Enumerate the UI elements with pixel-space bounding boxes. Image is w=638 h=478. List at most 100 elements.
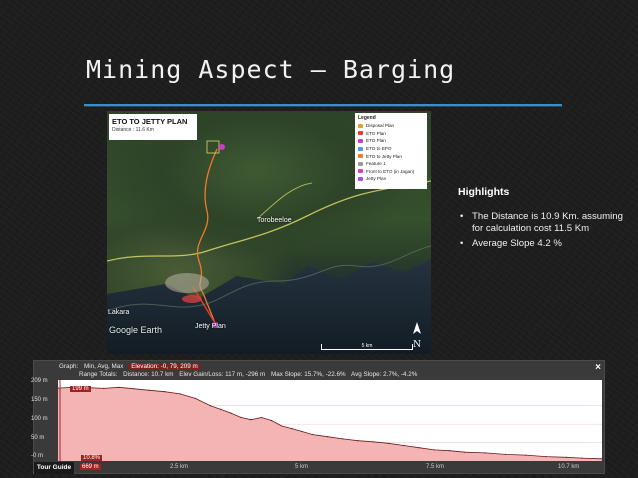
title-divider [84,104,562,107]
elevation-point [291,428,293,430]
legend-swatch-icon [358,131,363,136]
elevation-point [372,441,374,443]
slide-title: Mining Aspect – Barging [86,55,456,84]
elevation-point [270,419,273,422]
map-title: ETO TO JETTY PLAN [112,117,188,126]
legend-label: Disposal Plan [366,123,395,129]
legend-item: ETO to Jetty Plan [358,152,424,160]
legend-item: Jetty Plan [358,175,424,183]
map-scale-bar: 5 km [321,344,413,350]
elevation-point [326,436,329,438]
elevation-point [357,440,359,442]
elevation-point [230,412,232,414]
elev-gain-loss-stat: Elev Gain/Loss: 117 m, -296 m [179,371,266,378]
satellite-map[interactable]: ETO TO JETTY PLAN Distance : 11.6 Km Leg… [107,111,431,354]
y-tick-label: 150 m [31,397,48,403]
place-label-torobeloe: Torobeeloe [257,217,292,224]
elevation-point [209,405,212,407]
highlight-item: Average Slope 4.2 % [458,238,628,251]
legend-item: ETO Plan [358,130,424,138]
legend-item: Front to ETO (in Jagan) [358,168,424,176]
tour-guide-button[interactable]: Tour Guide [34,462,74,474]
legend-label: Feature 1 [366,161,386,167]
highlights-title: Highlights [458,186,510,198]
close-icon[interactable]: × [595,362,601,373]
graph-label: Graph: [59,363,79,370]
legend-swatch-icon [358,161,363,166]
y-tick-label: 50 m [31,435,45,441]
slope-marker: 10.8% [81,455,103,461]
map-legend: Legend Disposal Plan ETO Plan ETO Plan ETO … [355,113,427,189]
elevation-point [103,387,105,389]
map-subtitle: Distance : 11.6 Km [112,127,154,133]
legend-title: Legend [358,115,376,121]
elevation-point [565,456,567,458]
elevation-point [448,450,451,452]
north-label: N [413,340,421,350]
elevation-point [118,386,120,388]
elevation-point [403,444,405,447]
y-tick-label: -0 m [31,453,43,459]
legend-swatch-icon [358,154,363,159]
north-arrow-icon: N [410,321,424,350]
elevation-point [525,454,527,456]
google-earth-watermark: Google Earth [109,325,163,335]
elevation-point [433,449,435,451]
elevation-point [148,389,151,391]
place-label-jetty: Jetty Plan [195,323,226,330]
x-tick-label: 7.5 km [426,464,445,470]
avg-slope-stat: Avg Slope: 2.7%, -4.2% [351,371,418,378]
elevation-point [194,397,196,399]
legend-item: ETO Plan [358,137,424,145]
y-tick-label: 100 m [31,416,48,422]
legend-item: Feature 1 [358,160,424,168]
legend-swatch-icon [358,138,363,143]
legend-swatch-icon [358,169,363,174]
x-tick-label: 5 km [295,464,309,470]
elevation-point [464,451,466,453]
distance-stat: Distance: 10.7 km [123,371,174,378]
elevation-point [504,453,506,455]
elevation-point [250,419,252,421]
elevation-graph-row: Graph: Min, Avg, Max Elevation: -0, 79, … [59,363,204,370]
elevation-point [484,452,486,454]
legend-swatch-icon [358,176,363,181]
place-label-lakara: Lakara [108,309,130,316]
elevation-point [301,430,303,433]
legend-item: ETO to EPO [358,145,424,153]
legend-label: Jetty Plan [366,176,387,182]
legend-label: Front to ETO (in Jagan) [366,168,415,174]
elevation-profile-panel[interactable]: × Graph: Min, Avg, Max Elevation: -0, 79… [31,360,605,474]
y-tick-label: 209 m [31,378,48,384]
elevation-point [311,433,313,436]
x-tick-label: 2.5 km [170,464,189,470]
elevation-point [164,391,166,393]
graph-mode[interactable]: Min, Avg, Max [84,363,123,370]
elevation-point [281,425,283,427]
elevation-point [581,457,583,459]
elevation-point [387,442,390,444]
legend-item: Disposal Plan [358,122,424,130]
legend-swatch-icon [358,146,363,151]
x-tick-label: 10.7 km [558,464,580,470]
elevation-chart[interactable] [58,380,602,461]
highlights-list: The Distance is 10.9 Km. assuming for ca… [458,211,628,252]
elevation-stat[interactable]: Elevation: -0, 79, 209 m [129,363,200,370]
elevation-point [240,416,242,419]
range-totals-row: Range Totals: Distance: 10.7 km Elev Gai… [79,371,421,378]
highlight-item: The Distance is 10.9 Km. assuming for ca… [458,211,628,236]
legend-label: ETO Plan [366,130,386,136]
elevation-marker: 199 m [70,386,91,392]
legend-swatch-icon [358,123,363,128]
legend-label: ETO Plan [366,138,386,144]
max-slope-stat: Max Slope: 15.7%, -22.6% [271,371,346,378]
map-title-box: ETO TO JETTY PLAN Distance : 11.6 Km [109,114,197,140]
distance-marker: 669 m [80,464,101,470]
elevation-point [545,456,547,458]
elevation-point [133,388,135,390]
elevation-point [260,416,262,419]
legend-label: ETO to Jetty Plan [366,153,402,159]
elevation-point [220,408,222,410]
elevation-point [179,393,181,395]
range-totals-label: Range Totals: [79,371,118,378]
